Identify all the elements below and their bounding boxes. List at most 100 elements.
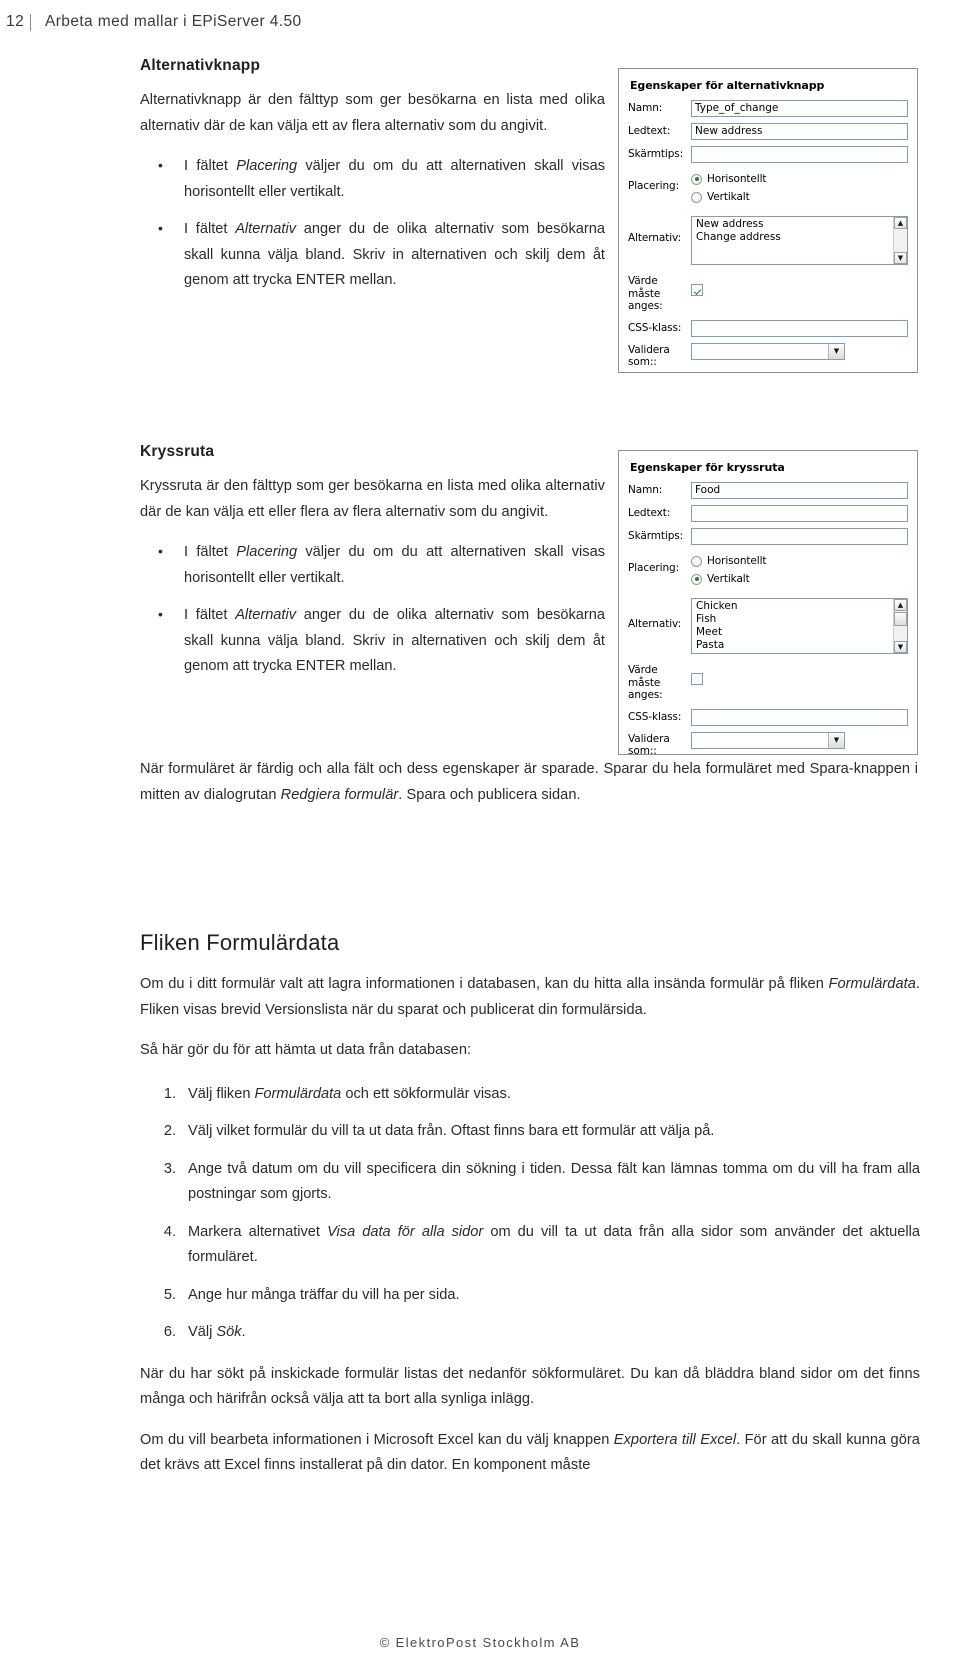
radio-label-horisontellt: Horisontellt — [707, 173, 767, 185]
list-item: 3. Ange två datum om du vill specificera … — [140, 1157, 920, 1208]
radio-icon[interactable] — [691, 173, 702, 185]
list-item[interactable]: Meet — [694, 626, 905, 639]
input-namn[interactable]: Type_of_change — [691, 100, 908, 117]
screenshot-checkbox-properties-dialog: Egenskaper för kryssruta Namn: Food Ledt… — [618, 450, 918, 755]
section-kryssruta-text: Kryssruta Kryssruta är den fälttyp som g… — [140, 443, 605, 680]
step-text-post: . — [241, 1324, 246, 1340]
field-row-ledtext: Ledtext: — [628, 505, 908, 522]
list-item[interactable]: Pasta — [694, 639, 905, 652]
input-ledtext[interactable] — [691, 505, 908, 522]
scroll-down-icon[interactable]: ▼ — [894, 252, 907, 264]
label-varde-maste-anges: Värde måste anges: — [628, 275, 663, 312]
page-running-header: 12 Arbeta med mallar i EPiServer 4.50 — [0, 8, 960, 36]
radio-icon[interactable] — [691, 573, 702, 585]
input-skarmtips[interactable] — [691, 528, 908, 545]
bullet-list-kryssruta: I fältet Placering väljer du om du att a… — [140, 539, 605, 680]
step-text-post: och ett sökformulär visas. — [341, 1085, 511, 1102]
radio-option-horisontellt[interactable]: Horisontellt — [691, 553, 908, 569]
scroll-up-icon[interactable]: ▲ — [894, 599, 907, 611]
label-placering: Placering: — [628, 562, 680, 574]
scrollbar-track[interactable] — [894, 229, 907, 252]
bullet-text-pre: I fältet — [184, 607, 236, 623]
section-heading-formulardata: Fliken Formulärdata — [140, 930, 340, 955]
input-ledtext[interactable]: New address — [691, 123, 908, 140]
step-text-pre: Välj — [188, 1324, 217, 1340]
scrollbar-thumb[interactable] — [894, 612, 907, 626]
dialog-title-checkbox: Egenskaper för kryssruta — [630, 461, 785, 474]
list-item[interactable]: Fish — [694, 613, 905, 626]
paragraph-kryssruta-intro: Kryssruta är den fälttyp som ger besökar… — [140, 478, 605, 520]
chevron-down-icon[interactable]: ▼ — [828, 343, 844, 359]
step-text-pre: Markera alternativet — [188, 1223, 328, 1240]
page-number: 12 — [6, 13, 25, 30]
radio-icon[interactable] — [691, 555, 702, 567]
list-item[interactable]: Chicken — [694, 600, 905, 613]
paragraph-closing: När formuläret är färdig och alla fält o… — [140, 757, 918, 808]
scrollbar-track[interactable] — [894, 627, 907, 641]
label-namn: Namn: — [628, 102, 663, 114]
select-validera-som[interactable]: ▼ — [691, 731, 845, 749]
label-css-klass: CSS-klass: — [628, 710, 682, 723]
scroll-down-icon[interactable]: ▼ — [894, 641, 907, 653]
bullet-text-emphasis: Placering — [236, 158, 298, 174]
scrollbar-vertical[interactable]: ▲ ▼ — [893, 217, 907, 264]
list-item-number: 5. — [163, 1286, 176, 1303]
field-row-varde-maste-anges: Värde måste anges: — [628, 662, 908, 702]
page-footer: © ElektroPost Stockholm AB — [379, 1635, 581, 1650]
radio-label-horisontellt: Horisontellt — [707, 555, 767, 567]
list-item: I fältet Placering väljer du om du att a… — [140, 539, 605, 591]
list-item: 4. Markera alternativet Visa data för all… — [140, 1220, 920, 1271]
field-row-namn: Namn: Food — [628, 482, 908, 499]
listbox-alternativ[interactable]: Chicken Fish Meet Pasta ▲ ▼ — [691, 598, 908, 654]
paragraph-alternativknapp-intro: Alternativknapp är den fälttyp som ger b… — [140, 92, 605, 134]
step-text-emphasis: Formulärdata — [254, 1085, 342, 1102]
bullet-text-emphasis: Placering — [236, 544, 298, 560]
radio-label-vertikalt: Vertikalt — [707, 191, 750, 203]
input-namn[interactable]: Food — [691, 482, 908, 499]
section-heading-kryssruta: Kryssruta — [140, 443, 215, 460]
intro-text-pre: Om du i ditt formulär valt att lagra inf… — [140, 976, 829, 992]
label-skarmtips: Skärmtips: — [628, 530, 684, 542]
list-item[interactable]: New address — [694, 218, 905, 231]
list-item[interactable]: Change address — [694, 231, 905, 244]
header-title: Arbeta med mallar i EPiServer 4.50 — [45, 13, 302, 30]
field-row-skarmtips: Skärmtips: — [628, 528, 908, 545]
bullet-text-pre: I fältet — [184, 158, 237, 174]
input-skarmtips[interactable] — [691, 146, 908, 163]
step-text-emphasis: Sök — [216, 1324, 242, 1340]
step-text-pre: Välj fliken — [188, 1085, 255, 1102]
select-validera-som[interactable]: ▼ — [691, 342, 845, 360]
list-item-number: 1. — [163, 1085, 176, 1102]
radio-icon[interactable] — [691, 191, 702, 203]
label-validera-som: Validera som:: — [628, 343, 670, 369]
checkbox-varde-maste-anges[interactable] — [691, 673, 703, 685]
radio-option-horisontellt[interactable]: Horisontellt — [691, 171, 908, 187]
field-row-validera-som: Validera som:: ▼ — [628, 342, 908, 369]
paragraph-formulardata-intro: Om du i ditt formulär valt att lagra inf… — [140, 972, 920, 1023]
radio-option-vertikalt[interactable]: Vertikalt — [691, 571, 908, 587]
input-css-klass[interactable] — [691, 708, 908, 726]
label-namn: Namn: — [628, 484, 663, 496]
paragraph-formulardata-lead: Så här gör du för att hämta ut data från… — [140, 1042, 472, 1058]
label-css-klass: CSS-klass: — [628, 321, 682, 334]
list-item: 1. Välj fliken Formulärdata och ett sökfo… — [140, 1082, 920, 1108]
field-row-ledtext: Ledtext: New address — [628, 123, 908, 140]
list-item-number: 3. — [163, 1160, 176, 1177]
bullet-list-alternativknapp: I fältet Placering väljer du om du att a… — [140, 153, 605, 294]
input-css-klass[interactable] — [691, 319, 908, 337]
radio-option-vertikalt[interactable]: Vertikalt — [691, 189, 908, 205]
step-text-emphasis: Visa data för alla sidor — [327, 1223, 484, 1240]
intro-text-emphasis: Formulärdata — [828, 976, 916, 992]
scroll-up-icon[interactable]: ▲ — [894, 217, 907, 229]
listbox-alternativ[interactable]: New address Change address ▲ ▼ — [691, 216, 908, 265]
label-validera-som: Validera som:: — [628, 732, 670, 755]
radio-label-vertikalt: Vertikalt — [707, 573, 750, 585]
chevron-down-icon[interactable]: ▼ — [828, 732, 844, 748]
step-text-pre: Välj vilket formulär du vill ta ut data … — [188, 1123, 715, 1139]
field-row-alternativ: Alternativ: Chicken Fish Meet Pasta ▲ ▼ — [628, 598, 908, 654]
label-ledtext: Ledtext: — [628, 507, 671, 519]
checkbox-varde-maste-anges[interactable] — [691, 284, 703, 296]
scrollbar-vertical[interactable]: ▲ ▼ — [893, 599, 907, 653]
section-heading-alternativknapp: Alternativknapp — [140, 57, 261, 74]
field-row-skarmtips: Skärmtips: — [628, 146, 908, 163]
